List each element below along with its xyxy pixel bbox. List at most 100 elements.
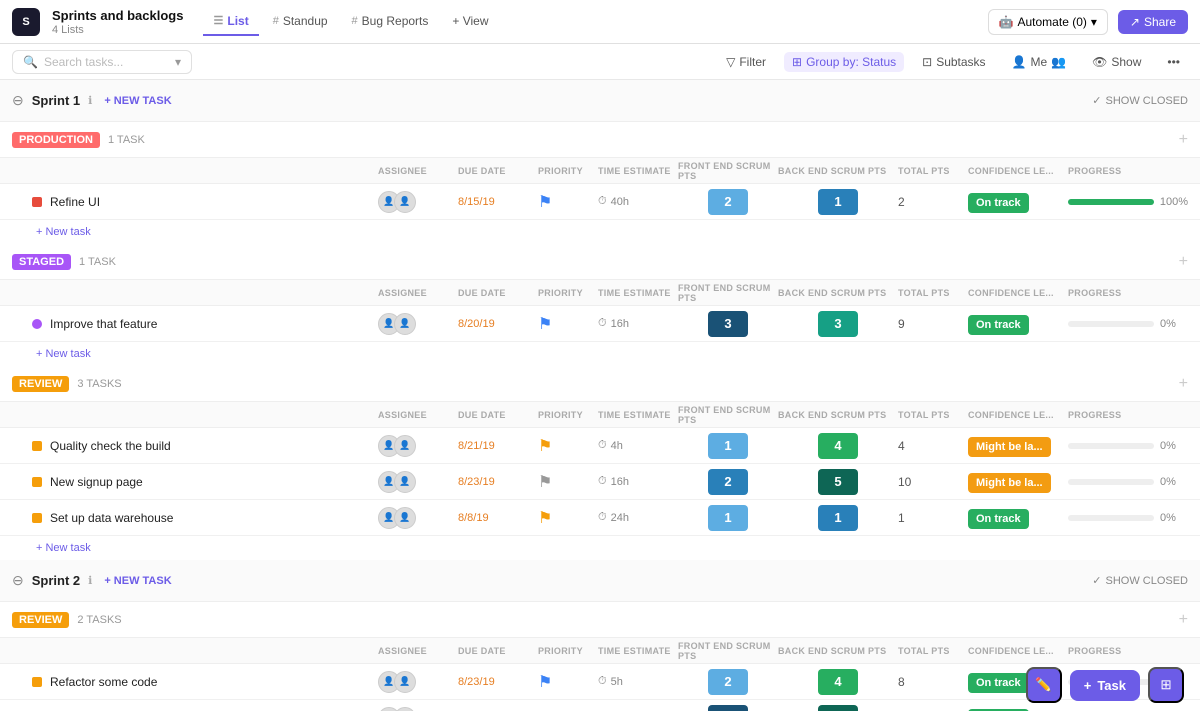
confidence-cell: On track — [968, 317, 1068, 331]
confidence-badge: Might be la... — [968, 437, 1051, 457]
time-estimate: ⏱ 16h — [598, 317, 678, 330]
show-button[interactable]: 👁 Show — [1084, 52, 1149, 72]
task-color-indicator — [32, 319, 42, 329]
sprint-2-header: ⊖ Sprint 2 ℹ + NEW TASK ✓ SHOW CLOSED — [0, 560, 1200, 602]
chevron-down-icon: ▾ — [1091, 15, 1097, 29]
progress-bar-fill — [1068, 199, 1154, 205]
tab-view[interactable]: + View — [442, 8, 498, 36]
task-name: Improve that feature — [50, 317, 157, 331]
tab-standup[interactable]: # Standup — [263, 8, 338, 36]
back-end-pts-badge: 5 — [818, 705, 858, 711]
tab-bug-reports[interactable]: # Bug Reports — [342, 8, 439, 36]
sprint-1-new-task[interactable]: + NEW TASK — [104, 95, 171, 107]
progress-bar-bg — [1068, 443, 1154, 449]
back-end-pts: 3 — [778, 311, 898, 337]
front-end-pts-badge: 2 — [708, 669, 748, 695]
group-staged-count: 1 TASK — [79, 256, 116, 268]
plus-icon: + — [1084, 678, 1092, 693]
sprint-1-name: Sprint 1 — [32, 93, 80, 108]
checkmark-icon: ✓ — [1092, 94, 1101, 107]
progress-cell: 0% — [1068, 318, 1188, 330]
back-end-pts: 1 — [778, 505, 898, 531]
progress-bar-bg — [1068, 199, 1154, 205]
group-staged-add-icon[interactable]: + — [1179, 253, 1188, 271]
table-row[interactable]: Refine UI 👤 👤 8/15/19 ⚑ ⏱ 40h 2 — [0, 184, 1200, 220]
progress-bar-bg — [1068, 321, 1154, 327]
group-review-label: REVIEW — [12, 376, 69, 392]
group-review2-header: REVIEW 2 TASKS + — [0, 602, 1200, 638]
group-by-button[interactable]: ⊞ Group by: Status — [784, 52, 904, 72]
sprint-1-show-closed[interactable]: ✓ SHOW CLOSED — [1092, 94, 1188, 107]
sprint-1-collapse-icon[interactable]: ⊖ — [12, 92, 24, 109]
task-assignee: 👤 👤 — [378, 435, 458, 457]
sprint-2-name: Sprint 2 — [32, 573, 80, 588]
progress-cell: 0% — [1068, 476, 1188, 488]
group-staged-label: STAGED — [12, 254, 71, 270]
group-review-add-icon[interactable]: + — [1179, 375, 1188, 393]
front-end-pts-badge: 2 — [708, 189, 748, 215]
front-end-pts: 3 — [678, 311, 778, 337]
front-end-pts-badge: 3 — [708, 705, 748, 711]
task-name-cell: Refine UI — [32, 195, 378, 209]
share-button[interactable]: ↗ Share — [1118, 10, 1188, 34]
total-pts: 2 — [898, 195, 968, 209]
bug-icon: # — [352, 15, 358, 27]
automate-button[interactable]: 🤖 Automate (0) ▾ — [988, 9, 1108, 35]
subtasks-button[interactable]: ⊡ Subtasks — [914, 52, 993, 72]
due-date: 8/20/19 — [458, 318, 538, 330]
edit-button[interactable]: ✏️ — [1026, 667, 1062, 703]
confidence-cell: Might be la... — [968, 439, 1068, 453]
sprint-2-new-task[interactable]: + NEW TASK — [104, 575, 171, 587]
sprint-1-header: ⊖ Sprint 1 ℹ + NEW TASK ✓ SHOW CLOSED — [0, 80, 1200, 122]
sprint-1-section: ⊖ Sprint 1 ℹ + NEW TASK ✓ SHOW CLOSED PR… — [0, 80, 1200, 560]
task-assignee: 👤 👤 — [378, 191, 458, 213]
clock-icon: ⏱ — [598, 317, 607, 330]
back-end-pts-badge: 4 — [818, 669, 858, 695]
filter-button[interactable]: ▽ Filter — [718, 52, 774, 72]
confidence-badge: On track — [968, 193, 1029, 213]
new-task-production[interactable]: + New task — [0, 220, 1200, 244]
new-task-staged[interactable]: + New task — [0, 342, 1200, 366]
standup-icon: # — [273, 15, 279, 27]
front-end-pts-badge: 3 — [708, 311, 748, 337]
priority-cell: ⚑ — [538, 672, 598, 692]
grid-button[interactable]: ⊞ — [1148, 667, 1184, 703]
progress-pct: 0% — [1160, 440, 1188, 452]
front-end-pts-badge: 2 — [708, 469, 748, 495]
group-production-label: PRODUCTION — [12, 132, 100, 148]
due-date: 8/21/19 — [458, 440, 538, 452]
table-row[interactable]: Improve that feature 👤 👤 8/20/19 ⚑ ⏱ 16h… — [0, 306, 1200, 342]
priority-cell: ⚑ — [538, 472, 598, 492]
new-task-button[interactable]: + Task — [1070, 670, 1140, 701]
back-end-pts: 5 — [778, 469, 898, 495]
avatar-secondary: 👤 — [394, 191, 416, 213]
me-icon: 👤 — [1012, 55, 1027, 69]
more-button[interactable]: ••• — [1159, 52, 1188, 72]
me-button[interactable]: 👤 Me 👥 — [1004, 52, 1075, 72]
chevron-down-icon: ▾ — [175, 55, 181, 69]
task-color-indicator — [32, 477, 42, 487]
priority-flag-icon: ⚑ — [538, 472, 552, 492]
sprint-2-info-icon: ℹ — [88, 574, 92, 587]
table-row[interactable]: Quality check the build 👤 👤 8/21/19 ⚑ ⏱ … — [0, 428, 1200, 464]
group-production-count: 1 TASK — [108, 134, 145, 146]
toolbar: 🔍 Search tasks... ▾ ▽ Filter ⊞ Group by:… — [0, 44, 1200, 80]
sprint-2-collapse-icon[interactable]: ⊖ — [12, 572, 24, 589]
priority-flag-icon: ⚑ — [538, 672, 552, 692]
table-row[interactable]: Set up data warehouse 👤 👤 8/8/19 ⚑ ⏱ 24h… — [0, 500, 1200, 536]
group-production-add-icon[interactable]: + — [1179, 131, 1188, 149]
front-end-pts: 2 — [678, 469, 778, 495]
group-review2-add-icon[interactable]: + — [1179, 611, 1188, 629]
app-title: Sprints and backlogs — [52, 8, 183, 23]
priority-flag-icon: ⚑ — [538, 314, 552, 334]
sprint-2-show-closed[interactable]: ✓ SHOW CLOSED — [1092, 574, 1188, 587]
new-task-review[interactable]: + New task — [0, 536, 1200, 560]
search-box[interactable]: 🔍 Search tasks... ▾ — [12, 50, 192, 74]
tab-list[interactable]: ☰ List — [203, 8, 258, 36]
front-end-pts-badge: 1 — [708, 433, 748, 459]
table-row[interactable]: New signup page 👤 👤 8/23/19 ⚑ ⏱ 16h 2 — [0, 464, 1200, 500]
front-end-pts: 1 — [678, 433, 778, 459]
task-name-cell: Refactor some code — [32, 675, 378, 689]
app-subtitle: 4 Lists — [52, 24, 183, 36]
progress-cell: 100% — [1068, 196, 1188, 208]
